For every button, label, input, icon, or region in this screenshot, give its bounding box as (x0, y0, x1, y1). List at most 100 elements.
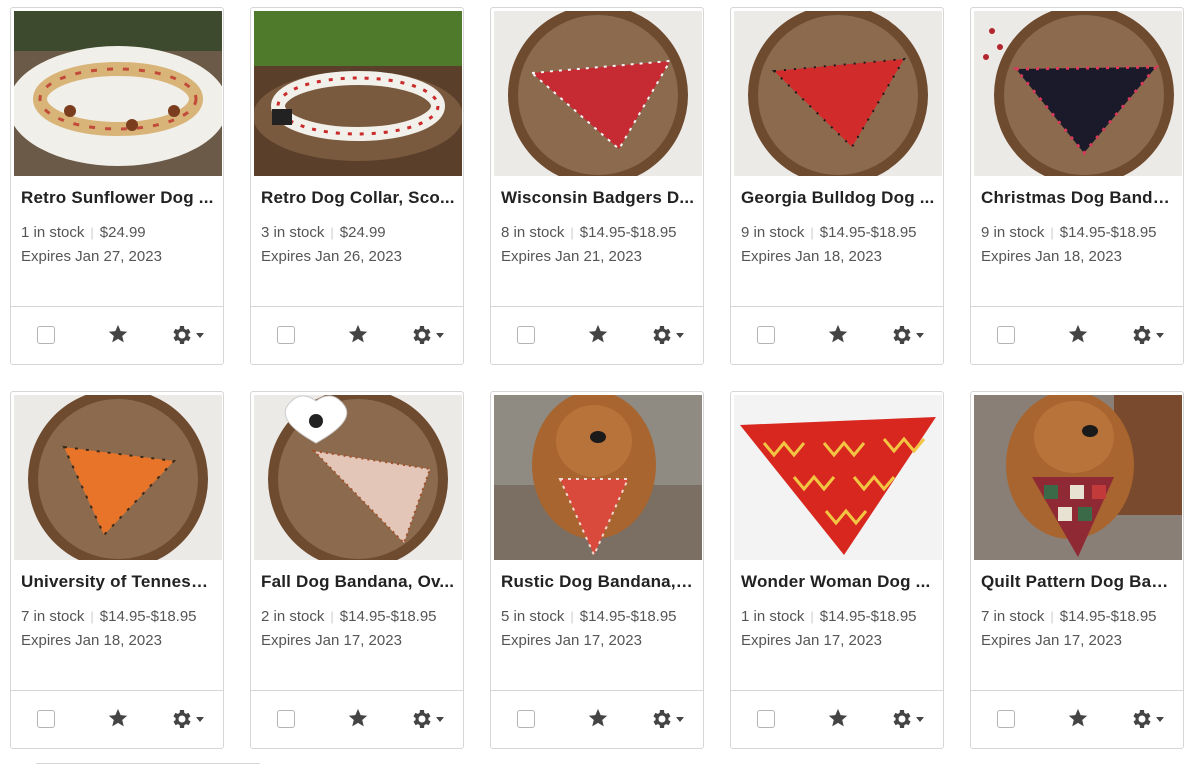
listing-card[interactable]: Georgia Bulldog Dog ... 9 in stock | $14.9… (730, 7, 944, 365)
star-icon[interactable] (347, 707, 369, 729)
caret-down-icon[interactable] (436, 333, 444, 338)
stock-count: 5 in stock (501, 608, 565, 625)
gear-icon[interactable] (649, 707, 673, 731)
star-icon[interactable] (1067, 707, 1089, 729)
select-checkbox[interactable] (277, 326, 295, 344)
select-checkbox[interactable] (997, 710, 1015, 728)
expiration-date: Expires Jan 27, 2023 (21, 248, 162, 265)
listing-stock-price: 7 in stock | $14.95-$18.95 (981, 608, 1181, 625)
gear-icon[interactable] (409, 707, 433, 731)
listing-actions (971, 306, 1183, 364)
caret-down-icon[interactable] (676, 717, 684, 722)
select-checkbox[interactable] (37, 710, 55, 728)
select-checkbox[interactable] (37, 326, 55, 344)
expiration-date: Expires Jan 18, 2023 (741, 248, 882, 265)
stock-count: 7 in stock (981, 608, 1045, 625)
listing-actions (731, 306, 943, 364)
select-checkbox[interactable] (517, 710, 535, 728)
collar-photo (254, 11, 462, 176)
gear-icon[interactable] (1129, 323, 1153, 347)
listing-actions (11, 306, 223, 364)
gear-icon[interactable] (649, 323, 673, 347)
listing-card[interactable]: Fall Dog Bandana, Ov... 2 in stock | $14.9… (250, 391, 464, 749)
listing-thumbnail[interactable] (254, 11, 462, 176)
listing-stock-price: 1 in stock | $24.99 (21, 224, 221, 241)
separator: | (810, 609, 814, 624)
expiration-date: Expires Jan 17, 2023 (981, 632, 1122, 649)
separator: | (810, 225, 814, 240)
separator: | (90, 609, 94, 624)
bandana-photo (494, 11, 702, 176)
caret-down-icon[interactable] (436, 717, 444, 722)
listing-stock-price: 9 in stock | $14.95-$18.95 (981, 224, 1181, 241)
separator: | (90, 225, 94, 240)
listing-card[interactable]: Christmas Dog Banda... 9 in stock | $14.95… (970, 7, 1184, 365)
listing-title[interactable]: Retro Dog Collar, Sco... (261, 188, 455, 208)
listing-thumbnail[interactable] (14, 11, 222, 176)
gear-icon[interactable] (169, 707, 193, 731)
select-checkbox[interactable] (277, 710, 295, 728)
listing-card[interactable]: University of Tenness... 7 in stock | $14.… (10, 391, 224, 749)
select-checkbox[interactable] (517, 326, 535, 344)
price: $14.95-$18.95 (1059, 224, 1157, 241)
listing-title[interactable]: Wonder Woman Dog ... (741, 572, 935, 592)
listing-title[interactable]: Retro Sunflower Dog ... (21, 188, 215, 208)
listing-thumbnail[interactable] (734, 11, 942, 176)
listing-actions (251, 690, 463, 748)
select-checkbox[interactable] (997, 326, 1015, 344)
caret-down-icon[interactable] (196, 717, 204, 722)
gear-icon[interactable] (409, 323, 433, 347)
star-icon[interactable] (1067, 323, 1089, 345)
bandana-photo (14, 395, 222, 560)
listing-thumbnail[interactable] (494, 395, 702, 560)
price: $14.95-$18.95 (579, 608, 677, 625)
caret-down-icon[interactable] (916, 333, 924, 338)
gear-icon[interactable] (889, 323, 913, 347)
listing-stock-price: 1 in stock | $14.95-$18.95 (741, 608, 941, 625)
listing-title[interactable]: Wisconsin Badgers D... (501, 188, 695, 208)
gear-icon[interactable] (889, 707, 913, 731)
listing-card[interactable]: Retro Dog Collar, Sco... 3 in stock | $24.… (250, 7, 464, 365)
listing-title[interactable]: University of Tenness... (21, 572, 215, 592)
listing-thumbnail[interactable] (974, 395, 1182, 560)
listing-thumbnail[interactable] (974, 11, 1182, 176)
listing-card[interactable]: Wonder Woman Dog ... 1 in stock | $14.95-$… (730, 391, 944, 749)
listing-title[interactable]: Georgia Bulldog Dog ... (741, 188, 935, 208)
star-icon[interactable] (827, 707, 849, 729)
gear-icon[interactable] (169, 323, 193, 347)
listing-title[interactable]: Fall Dog Bandana, Ov... (261, 572, 455, 592)
star-icon[interactable] (587, 323, 609, 345)
star-icon[interactable] (107, 707, 129, 729)
caret-down-icon[interactable] (676, 333, 684, 338)
stock-count: 8 in stock (501, 224, 565, 241)
caret-down-icon[interactable] (196, 333, 204, 338)
listing-thumbnail[interactable] (254, 395, 462, 560)
star-icon[interactable] (107, 323, 129, 345)
select-checkbox[interactable] (757, 710, 775, 728)
listing-card[interactable]: Quilt Pattern Dog Ban... 7 in stock | $14.… (970, 391, 1184, 749)
dog-photo (974, 395, 1182, 560)
listing-card[interactable]: Wisconsin Badgers D... 8 in stock | $14.95… (490, 7, 704, 365)
listing-thumbnail[interactable] (14, 395, 222, 560)
listing-actions (491, 306, 703, 364)
listing-thumbnail[interactable] (734, 395, 942, 560)
listing-title[interactable]: Christmas Dog Banda... (981, 188, 1175, 208)
caret-down-icon[interactable] (1156, 717, 1164, 722)
select-checkbox[interactable] (757, 326, 775, 344)
expiration-date: Expires Jan 21, 2023 (501, 248, 642, 265)
gear-icon[interactable] (1129, 707, 1153, 731)
star-icon[interactable] (347, 323, 369, 345)
star-icon[interactable] (587, 707, 609, 729)
caret-down-icon[interactable] (1156, 333, 1164, 338)
listing-card[interactable]: Retro Sunflower Dog ... 1 in stock | $24.9… (10, 7, 224, 365)
listing-title[interactable]: Quilt Pattern Dog Ban... (981, 572, 1175, 592)
listing-title[interactable]: Rustic Dog Bandana, ... (501, 572, 695, 592)
price: $14.95-$18.95 (99, 608, 197, 625)
listing-card[interactable]: Rustic Dog Bandana, ... 5 in stock | $14.9… (490, 391, 704, 749)
price: $14.95-$18.95 (819, 608, 917, 625)
expiration-date: Expires Jan 18, 2023 (21, 632, 162, 649)
bandana-photo (254, 395, 462, 560)
listing-thumbnail[interactable] (494, 11, 702, 176)
caret-down-icon[interactable] (916, 717, 924, 722)
star-icon[interactable] (827, 323, 849, 345)
